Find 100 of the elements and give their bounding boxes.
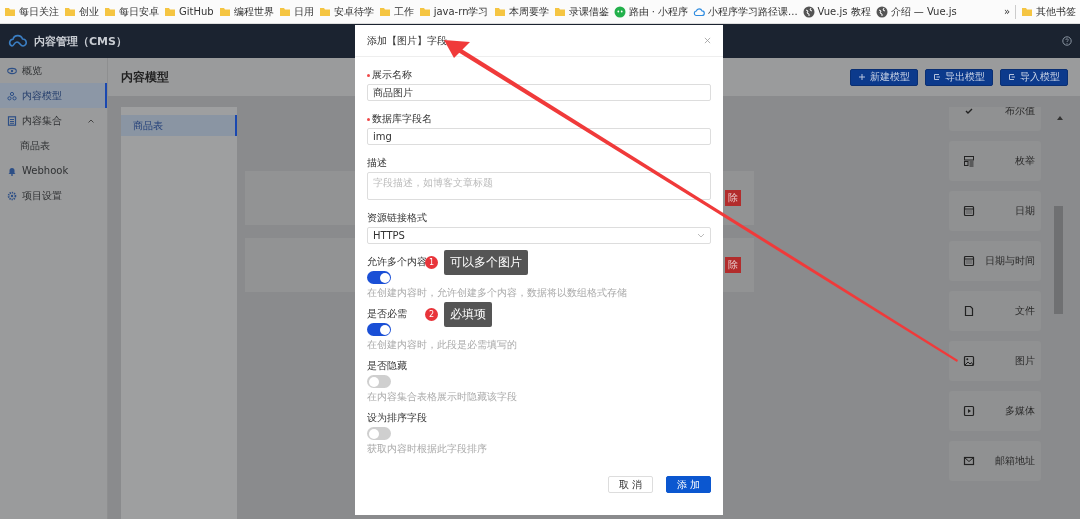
scrollbar-thumb[interactable] — [1054, 206, 1063, 314]
chevron-down-icon — [697, 233, 705, 238]
text-field[interactable]: 商品图片 — [367, 84, 711, 101]
document-icon — [7, 115, 17, 126]
folder-icon — [318, 5, 331, 18]
add-button[interactable]: 添 加 — [665, 476, 711, 493]
field-type-label: 图片 — [1014, 354, 1035, 368]
bookmark[interactable]: 录课借鉴 — [553, 4, 609, 19]
sidebar-item[interactable]: 内容模型 — [0, 83, 107, 108]
callout-label: 可以多个图片 — [444, 250, 528, 275]
folder-icon — [553, 5, 566, 18]
eye-icon — [7, 65, 17, 76]
bookmark[interactable]: 每日安卓 — [104, 4, 159, 19]
export-icon — [933, 73, 941, 81]
bookmark[interactable]: 工作 — [378, 4, 414, 19]
field-hint: 在创建内容时，允许创建多个内容，数据将以数组格式存储 — [367, 287, 627, 299]
toggle-switch[interactable] — [367, 271, 391, 284]
list-icon — [963, 155, 975, 167]
cancel-button[interactable]: 取 消 — [607, 476, 653, 493]
sidebar-subitem[interactable]: 商品表 — [0, 133, 107, 158]
bookmark[interactable]: 介绍 — Vue.js — [875, 4, 957, 19]
globe-icon — [875, 5, 888, 18]
image-icon — [963, 355, 975, 367]
cloud-logo-icon — [8, 34, 28, 48]
toolbar-button[interactable]: 新建模型 — [850, 68, 918, 86]
sidebar-item[interactable]: Webhook — [0, 158, 107, 183]
file-icon — [963, 305, 975, 317]
description-field[interactable]: 字段描述，如博客文章标题 — [367, 172, 711, 200]
bookmark[interactable]: Vue.js 教程 — [802, 4, 871, 19]
field-label: 描述 — [367, 157, 388, 169]
toggle-switch[interactable] — [367, 427, 391, 440]
delete-button[interactable]: 除 — [725, 190, 741, 206]
calendar-icon — [963, 205, 975, 217]
toggle-switch[interactable] — [367, 323, 391, 336]
field-type-card[interactable]: 多媒体 — [949, 391, 1041, 431]
bookmark[interactable]: 本周要学 — [493, 4, 549, 19]
folder-icon — [218, 5, 231, 18]
field-label: 允许多个内容 — [367, 256, 427, 268]
export-icon — [1008, 73, 1016, 81]
field-label: 设为排序字段 — [367, 412, 427, 424]
globe-icon — [802, 5, 815, 18]
dialog-title: 添加【图片】字段 — [367, 33, 447, 48]
field-type-label: 多媒体 — [1004, 404, 1035, 418]
toolbar-button[interactable]: 导出模型 — [925, 68, 993, 86]
bookmark[interactable]: java-rn学习 — [418, 4, 489, 19]
sidebar-item[interactable]: 项目设置 — [0, 183, 107, 208]
page-title: 内容模型 — [121, 68, 169, 86]
field-type-card[interactable]: 图片 — [949, 341, 1041, 381]
play-icon — [963, 405, 975, 417]
scroll-up-icon[interactable] — [1056, 116, 1063, 120]
settings-icon — [7, 190, 17, 201]
bookmark[interactable]: 其他书签 — [1021, 4, 1076, 19]
sidebar-item[interactable]: 概览 — [0, 58, 107, 83]
text-field[interactable]: img — [367, 128, 711, 145]
field-hint: 在内容集合表格展示时隐藏该字段 — [367, 391, 517, 403]
app-title: 内容管理（CMS） — [34, 33, 127, 49]
field-type-card[interactable]: 文件 — [949, 291, 1041, 331]
folder-icon — [164, 5, 176, 18]
bookmark[interactable]: 编程世界 — [218, 4, 274, 19]
field-label: 数据库字段名 — [367, 113, 711, 125]
delete-button[interactable]: 除 — [725, 257, 741, 273]
field-type-label: 文件 — [1014, 304, 1035, 318]
help-icon[interactable] — [1062, 36, 1072, 46]
toolbar-button[interactable]: 导入模型 — [1000, 68, 1068, 86]
cloud-icon — [693, 5, 706, 18]
field-type-label: 日期与时间 — [984, 254, 1035, 268]
folder-icon — [493, 5, 506, 18]
field-type-label: 日期 — [1014, 204, 1035, 218]
bookmark[interactable]: 日用 — [278, 4, 314, 19]
bookmark[interactable]: 路由 · 小程序 — [613, 4, 689, 19]
select-field[interactable]: HTTPS — [367, 227, 711, 244]
callout-label: 必填项 — [444, 302, 492, 327]
bookmark[interactable]: 小程序学习路径课... — [693, 4, 798, 19]
field-type-card[interactable]: 日期 — [949, 191, 1041, 231]
bell-icon — [7, 165, 17, 176]
model-item[interactable]: 商品表 — [121, 115, 237, 136]
plus-icon — [858, 73, 866, 81]
nodes-icon — [7, 90, 17, 101]
bookmark[interactable]: 创业 — [64, 4, 99, 19]
bookmark[interactable]: 每日关注 — [4, 4, 59, 19]
field-type-card[interactable]: 邮箱地址 — [949, 441, 1041, 481]
folder-icon — [4, 5, 16, 18]
field-type-card[interactable]: 枚举 — [949, 141, 1041, 181]
more-bookmarks[interactable]: » — [1003, 6, 1010, 17]
folder-icon — [418, 5, 431, 18]
sidebar-item[interactable]: 内容集合 — [0, 108, 107, 133]
mail-icon — [963, 455, 975, 467]
calendar-icon — [963, 255, 975, 267]
bookmark[interactable]: GitHub — [164, 5, 214, 18]
field-hint: 在创建内容时，此段是必需填写的 — [367, 339, 517, 351]
toggle-switch[interactable] — [367, 375, 391, 388]
field-hint: 获取内容时根据此字段排序 — [367, 443, 487, 455]
folder-icon — [278, 5, 291, 18]
close-icon[interactable] — [704, 37, 711, 44]
field-label: 展示名称 — [367, 69, 711, 81]
folder-icon — [104, 5, 116, 18]
field-type-card[interactable]: 日期与时间 — [949, 241, 1041, 281]
chat-icon — [613, 5, 626, 18]
field-label: 是否必需 — [367, 308, 407, 320]
bookmark[interactable]: 安卓待学 — [318, 4, 374, 19]
